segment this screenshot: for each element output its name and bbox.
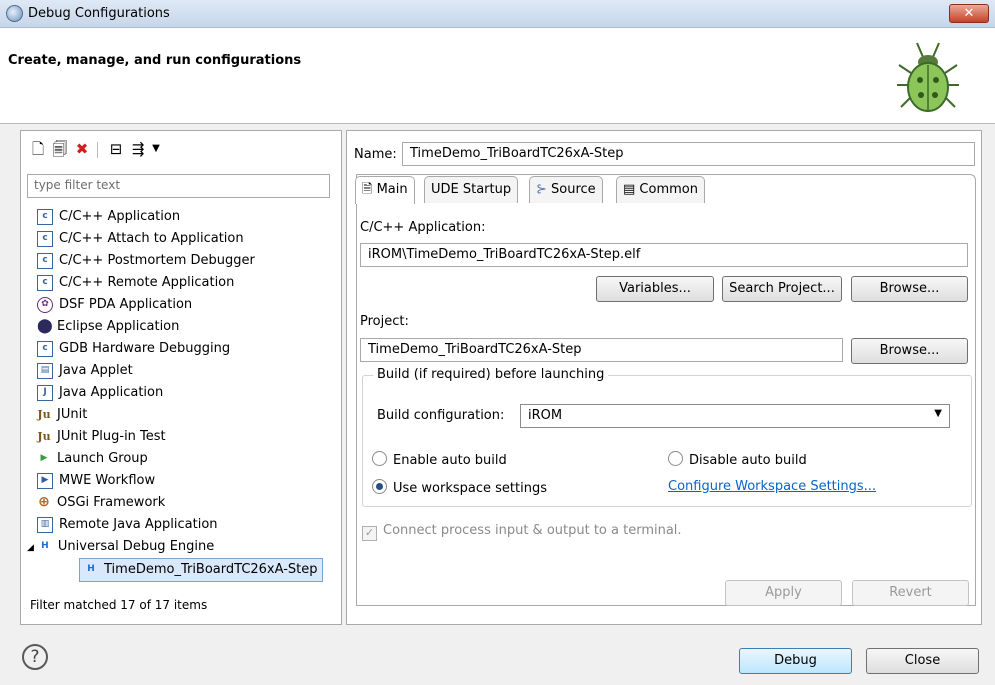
checkmark-icon: ✓: [362, 526, 377, 541]
tab-source[interactable]: ⊱ Source: [529, 176, 603, 203]
configure-workspace-settings-link[interactable]: Configure Workspace Settings...: [668, 479, 876, 494]
junit-plugin-icon: Ju: [37, 429, 51, 444]
delete-configuration-icon[interactable]: ✖: [73, 140, 91, 158]
radio-icon: [668, 451, 683, 466]
toolbar-divider: [97, 142, 98, 158]
close-button[interactable]: Close: [866, 648, 979, 674]
build-group-title: Build (if required) before launching: [373, 367, 609, 382]
tree-item-c-application[interactable]: c C/C++ Application: [37, 206, 180, 228]
tree-item-gdb-hardware[interactable]: c GDB Hardware Debugging: [37, 338, 230, 360]
duplicate-configuration-icon[interactable]: 🗐: [51, 140, 69, 158]
help-icon[interactable]: ?: [22, 644, 48, 670]
c-application-field[interactable]: iROM\TimeDemo_TriBoardTC26xA-Step.elf: [360, 243, 968, 267]
app-icon: [6, 5, 23, 22]
name-label: Name:: [354, 147, 397, 162]
close-window-button[interactable]: ✕: [949, 4, 989, 23]
tree-item-dsf-pda[interactable]: ✿ DSF PDA Application: [37, 294, 192, 316]
tree-item-universal-debug-engine[interactable]: ◢ H Universal Debug Engine: [27, 536, 214, 558]
title-bar: Debug Configurations ✕: [0, 0, 995, 28]
remote-java-icon: ▥: [37, 516, 53, 533]
c-postmortem-icon: c: [37, 252, 53, 269]
connect-terminal-checkbox[interactable]: ✓ Connect process input & output to a ter…: [362, 523, 682, 541]
dropdown-arrow-icon: ▼: [934, 408, 942, 419]
c-remote-icon: c: [37, 274, 53, 291]
filter-status: Filter matched 17 of 17 items: [30, 598, 208, 612]
enable-auto-build-radio[interactable]: Enable auto build: [372, 451, 507, 468]
junit-icon: Ju: [37, 407, 51, 422]
tab-common[interactable]: ▤ Common: [616, 176, 705, 203]
radio-selected-icon: [372, 479, 387, 494]
dsf-icon: ✿: [37, 296, 53, 313]
build-configuration-select[interactable]: iROM ▼: [520, 404, 950, 428]
tree-item-timedemo-config[interactable]: H TimeDemo_TriBoardTC26xA-Step: [79, 558, 323, 582]
radio-icon: [372, 451, 387, 466]
collapse-all-icon[interactable]: ⊟: [107, 140, 125, 158]
expanded-triangle-icon[interactable]: ◢: [27, 543, 34, 553]
browse-project-button[interactable]: Browse...: [851, 338, 968, 364]
browse-application-button[interactable]: Browse...: [851, 276, 968, 302]
new-configuration-icon[interactable]: 🗋: [29, 140, 47, 158]
variables-button[interactable]: Variables...: [596, 276, 714, 302]
c-application-label: C/C++ Application:: [360, 220, 486, 235]
name-field[interactable]: TimeDemo_TriBoardTC26xA-Step: [402, 142, 975, 166]
project-field[interactable]: TimeDemo_TriBoardTC26xA-Step: [360, 338, 843, 362]
tree-item-launch-group[interactable]: ▶ Launch Group: [37, 448, 148, 470]
window-title: Debug Configurations: [28, 6, 170, 21]
tree-item-c-attach[interactable]: c C/C++ Attach to Application: [37, 228, 244, 250]
tree-item-eclipse-application[interactable]: ⬤ Eclipse Application: [37, 316, 179, 338]
c-attach-icon: c: [37, 230, 53, 247]
project-label: Project:: [360, 314, 409, 329]
disable-auto-build-radio[interactable]: Disable auto build: [668, 451, 807, 468]
tree-item-remote-java[interactable]: ▥ Remote Java Application: [37, 514, 218, 536]
chevron-down-icon[interactable]: ▼: [147, 140, 165, 158]
tree-item-c-remote[interactable]: c C/C++ Remote Application: [37, 272, 234, 294]
header-title: Create, manage, and run configurations: [8, 53, 302, 68]
tree-item-c-postmortem[interactable]: c C/C++ Postmortem Debugger: [37, 250, 255, 272]
launch-group-icon: ▶: [37, 451, 51, 466]
search-project-button[interactable]: Search Project...: [722, 276, 842, 302]
ude-config-icon: H: [87, 563, 95, 574]
build-configuration-label: Build configuration:: [377, 408, 505, 423]
osgi-icon: ⊕: [37, 493, 51, 510]
source-tab-icon: ⊱: [536, 182, 552, 197]
main-tab-icon: 🗎: [362, 182, 377, 197]
tree-item-junit-plugin[interactable]: Ju JUnit Plug-in Test: [37, 426, 166, 448]
ude-icon: H: [37, 539, 52, 554]
tree-item-java-application[interactable]: J Java Application: [37, 382, 163, 404]
gdb-icon: c: [37, 340, 53, 357]
dialog-header: Create, manage, and run configurations: [0, 28, 995, 124]
eclipse-icon: ⬤: [37, 317, 53, 334]
filter-input[interactable]: type filter text: [27, 174, 330, 198]
java-app-icon: J: [37, 384, 53, 401]
tree-item-osgi-framework[interactable]: ⊕ OSGi Framework: [37, 492, 165, 514]
revert-button[interactable]: Revert: [852, 580, 969, 606]
mwe-icon: ▶: [37, 472, 53, 489]
tree-item-java-applet[interactable]: ▤ Java Applet: [37, 360, 133, 382]
tab-main[interactable]: 🗎 Main: [355, 176, 415, 204]
java-applet-icon: ▤: [37, 362, 53, 379]
filter-icon[interactable]: ⇶: [129, 140, 147, 158]
use-workspace-settings-radio[interactable]: Use workspace settings: [372, 479, 547, 496]
common-tab-icon: ▤: [623, 182, 640, 197]
tree-item-mwe-workflow[interactable]: ▶ MWE Workflow: [37, 470, 155, 492]
bug-icon: [897, 42, 959, 112]
apply-button[interactable]: Apply: [725, 580, 842, 606]
debug-button[interactable]: Debug: [739, 648, 852, 674]
tab-ude-startup[interactable]: UDE Startup: [424, 176, 519, 203]
c-app-icon: c: [37, 208, 53, 225]
tree-item-junit[interactable]: Ju JUnit: [37, 404, 87, 426]
